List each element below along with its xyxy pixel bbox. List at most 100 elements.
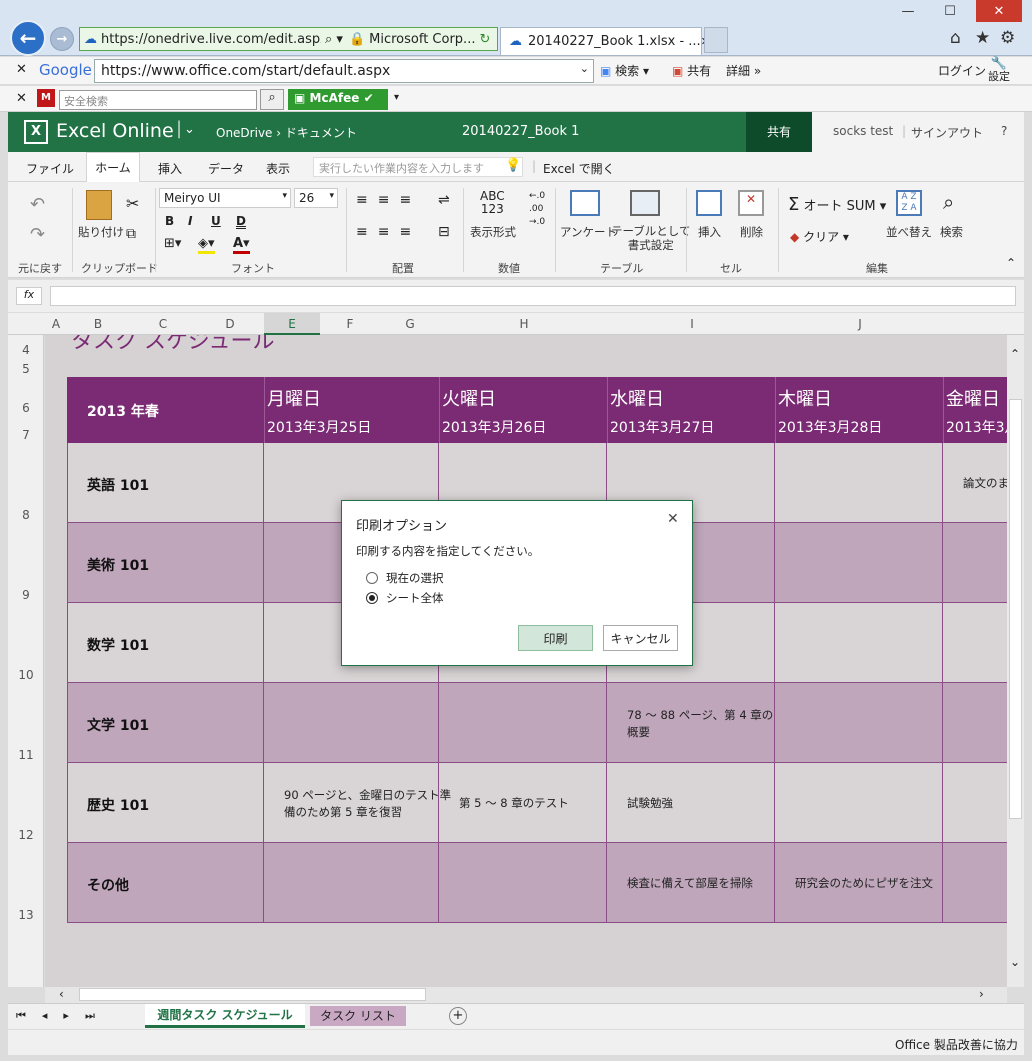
schedule-cell[interactable] <box>943 683 1007 763</box>
sort-button[interactable]: 並べ替え <box>886 224 932 240</box>
column-header-selected[interactable]: E <box>264 313 320 335</box>
signout-link[interactable]: サインアウト <box>911 124 983 141</box>
day-header-monday[interactable]: 月曜日 2013年3月25日 <box>264 377 439 443</box>
search-icon[interactable]: ⌕ <box>260 89 284 110</box>
vertical-scroll-thumb[interactable] <box>1009 399 1022 819</box>
schedule-cell[interactable] <box>264 683 439 763</box>
schedule-cell[interactable] <box>439 843 607 923</box>
schedule-cell[interactable] <box>943 763 1007 843</box>
decimal-icons[interactable]: ←.0.00 →.0 <box>529 190 545 229</box>
column-header[interactable]: C <box>130 317 196 331</box>
vertical-align-icons[interactable]: ≡≡≡ <box>356 192 421 208</box>
sort-az-icon[interactable]: A ZZ A <box>896 190 922 216</box>
breadcrumb-onedrive[interactable]: OneDrive <box>216 126 272 140</box>
breadcrumb-documents[interactable]: ドキュメント <box>285 126 357 140</box>
cancel-button[interactable]: キャンセル <box>603 625 678 651</box>
day-header-friday[interactable]: 金曜日 2013年3月 <box>943 377 1007 443</box>
mcafee-dropdown-icon[interactable]: ▾ <box>394 92 399 103</box>
schedule-cell[interactable] <box>439 683 607 763</box>
toolbar-search-button[interactable]: ▣ 検索 ▾ <box>600 62 649 79</box>
vertical-scrollbar[interactable]: ⌃ ⌄ <box>1007 335 1024 987</box>
double-underline-button[interactable]: D <box>236 214 246 228</box>
column-header[interactable]: H <box>440 317 608 331</box>
font-color-icon[interactable]: A▾ <box>233 236 250 254</box>
help-button[interactable]: ? <box>1001 124 1007 138</box>
scroll-down-icon[interactable]: ⌄ <box>1010 955 1020 969</box>
tab-data[interactable]: データ <box>208 160 244 177</box>
number-format-abc-icon[interactable]: ABC 123 <box>480 190 505 216</box>
format-as-table-icon[interactable] <box>630 190 660 216</box>
toolbar-close-icon[interactable]: ✕ <box>16 62 27 77</box>
horizontal-align-icons[interactable]: ≡≡≡ <box>356 224 421 240</box>
user-name[interactable]: socks test <box>833 124 893 138</box>
schedule-cell[interactable] <box>943 843 1007 923</box>
column-header[interactable]: I <box>608 317 776 331</box>
toolbar-login-link[interactable]: ログイン <box>938 62 986 79</box>
row-header[interactable]: 9 <box>8 588 44 602</box>
row-header[interactable]: 11 <box>8 748 44 762</box>
open-in-excel-button[interactable]: Excel で開く <box>543 160 615 177</box>
radio-current-selection[interactable]: 現在の選択 <box>366 570 444 586</box>
row-header[interactable]: 5 <box>8 362 44 376</box>
new-tab-button[interactable] <box>704 27 728 53</box>
chevron-down-icon[interactable]: ⌄ <box>580 62 589 75</box>
row-header[interactable]: 10 <box>8 668 44 682</box>
schedule-cell[interactable] <box>775 603 943 683</box>
binoculars-icon[interactable]: ⌕ <box>943 190 954 214</box>
radio-entire-sheet[interactable]: シート全体 <box>366 590 444 606</box>
clear-button[interactable]: ◆ クリア ▾ <box>790 228 849 245</box>
tab-home[interactable]: ホーム <box>86 152 140 183</box>
survey-button[interactable]: アンケート <box>560 224 617 240</box>
tab-file[interactable]: ファイル <box>26 160 74 177</box>
paste-clipboard-icon[interactable] <box>86 190 112 220</box>
column-header[interactable]: F <box>320 317 380 331</box>
close-window-button[interactable]: ✕ <box>976 0 1022 22</box>
home-icon[interactable]: ⌂ <box>950 28 961 48</box>
mcafee-button[interactable]: ▣ McAfee ✔ <box>288 89 388 110</box>
wrap-text-icon[interactable]: ⇌ <box>438 192 450 208</box>
feedback-link[interactable]: Office 製品改善に協力 <box>895 1036 1018 1053</box>
address-bar[interactable]: ☁ https://onedrive.live.com/edit.aspx/9 … <box>79 27 498 51</box>
row-header[interactable]: 8 <box>8 508 44 522</box>
autosum-button[interactable]: Σ オート SUM ▾ <box>788 194 886 215</box>
redo-icon[interactable]: ↷ <box>30 224 45 245</box>
survey-icon[interactable] <box>570 190 600 216</box>
horizontal-scrollbar[interactable]: ‹ › <box>45 987 1007 1003</box>
delete-button[interactable]: 削除 <box>740 224 763 240</box>
scroll-left-icon[interactable]: ‹ <box>59 987 64 1001</box>
toolbar-settings-button[interactable]: 🔧 設定 <box>988 57 1010 83</box>
share-button[interactable]: 共有 <box>746 112 812 152</box>
browser-tab-active[interactable]: ☁ 20140227_Book 1.xlsx - ... ✕ <box>500 27 710 55</box>
underline-button[interactable]: U <box>211 214 221 228</box>
paste-button[interactable]: 貼り付け <box>78 224 124 240</box>
schedule-cell[interactable] <box>775 683 943 763</box>
find-button[interactable]: 検索 <box>940 224 963 240</box>
bold-button[interactable]: B <box>165 214 174 228</box>
scroll-right-icon[interactable]: › <box>979 987 984 1001</box>
italic-button[interactable]: I <box>188 214 192 228</box>
sheet-tab[interactable]: タスク リスト <box>310 1006 406 1026</box>
schedule-cell[interactable] <box>264 843 439 923</box>
refresh-icon[interactable]: ↻ <box>479 32 490 47</box>
minimize-button[interactable]: — <box>890 0 926 22</box>
favorites-star-icon[interactable]: ★ <box>975 28 990 48</box>
scroll-up-icon[interactable]: ⌃ <box>1010 347 1020 361</box>
row-header[interactable]: 4 <box>8 343 44 357</box>
fx-button[interactable]: fx <box>16 287 42 305</box>
search-dropdown-icon[interactable]: ⌕ ▾ <box>325 32 343 47</box>
format-as-table-button[interactable]: テーブルとして 書式設定 <box>611 224 690 252</box>
schedule-cell[interactable] <box>775 523 943 603</box>
toolbar2-close-icon[interactable]: ✕ <box>16 91 27 106</box>
row-header[interactable]: 12 <box>8 828 44 842</box>
dialog-close-icon[interactable]: ✕ <box>667 511 679 527</box>
tell-me-input[interactable]: 実行したい作業内容を入力します <box>313 157 523 177</box>
tools-gear-icon[interactable]: ⚙ <box>1000 28 1015 48</box>
schedule-cell[interactable] <box>775 443 943 523</box>
forward-button[interactable]: → <box>50 27 74 51</box>
tab-insert[interactable]: 挿入 <box>158 160 182 177</box>
column-header[interactable]: B <box>66 317 130 331</box>
schedule-cell[interactable] <box>775 763 943 843</box>
delete-cells-icon[interactable]: ✕ <box>738 190 764 216</box>
sheet-nav-arrows[interactable]: ⏮◂▸⏭ <box>16 1009 111 1023</box>
day-header-wednesday[interactable]: 水曜日 2013年3月27日 <box>607 377 775 443</box>
